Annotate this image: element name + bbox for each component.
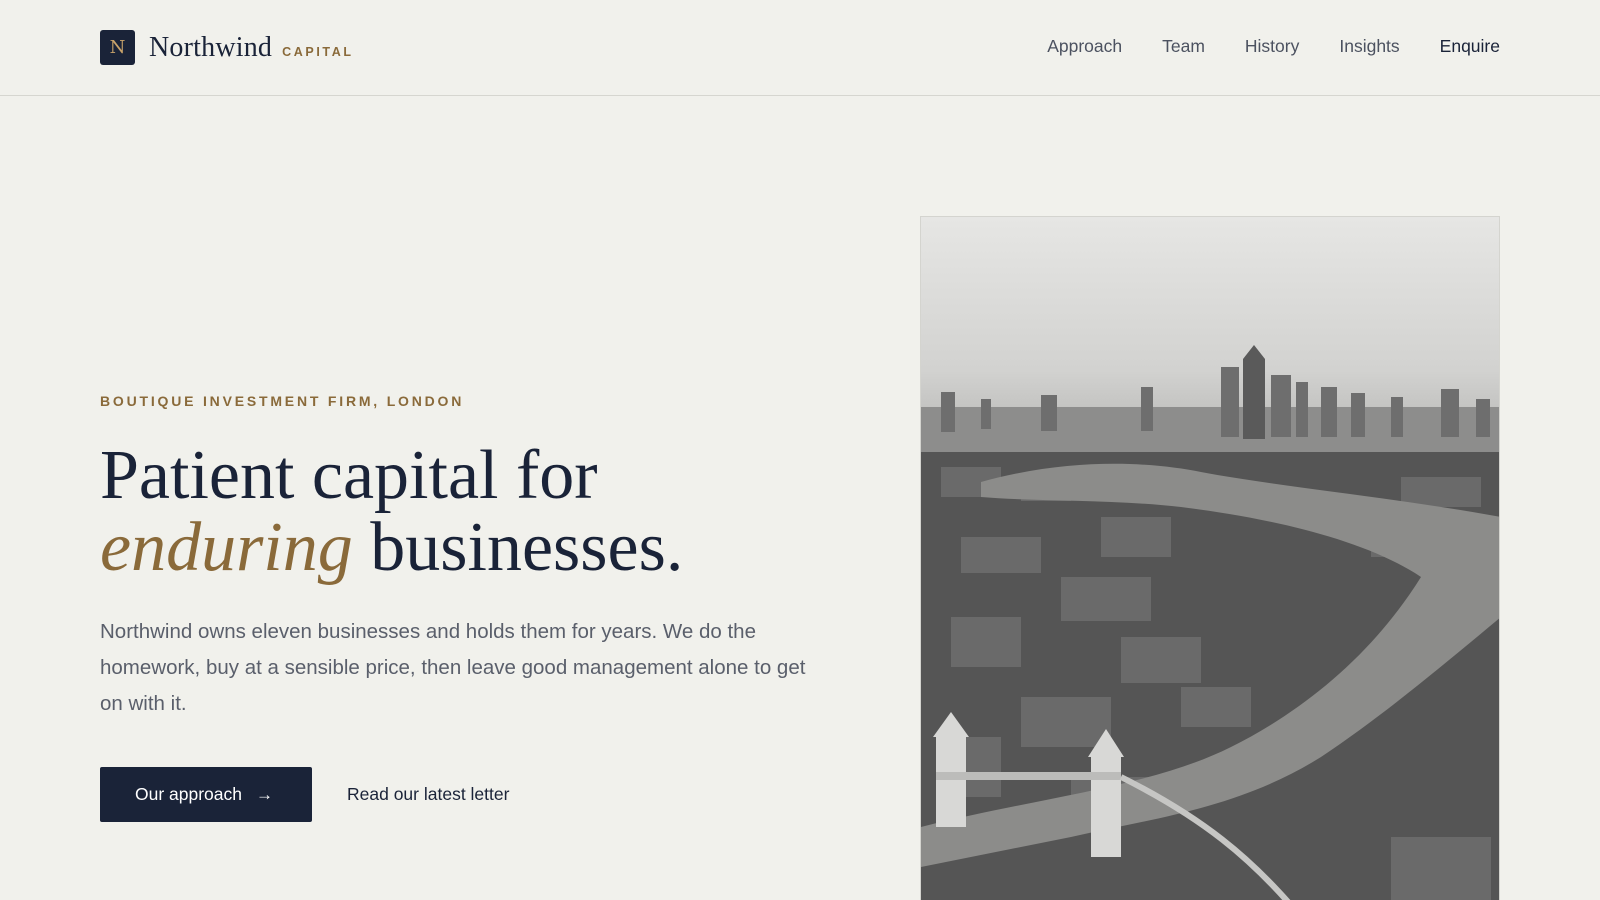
arrow-right-icon: → [256, 784, 274, 804]
nav-team[interactable]: Team [1162, 36, 1205, 57]
brand-name: Northwind [149, 31, 273, 63]
nav-approach[interactable]: Approach [1047, 36, 1122, 57]
our-approach-button[interactable]: Our approach → [100, 767, 312, 822]
hero-headline: Patient capital for enduring businesses. [100, 440, 880, 584]
our-approach-label: Our approach [135, 784, 243, 804]
logo-mark-icon: N [100, 30, 135, 65]
hero-eyebrow: BOUTIQUE INVESTMENT FIRM, LONDON [100, 393, 465, 409]
london-aerial-photo [920, 216, 1500, 900]
page: N Northwind CAPITAL Approach Team Histor… [0, 0, 1600, 900]
aerial-city-illustration [921, 345, 1499, 900]
headline-accent-word: enduring [100, 509, 353, 586]
site-header: N Northwind CAPITAL Approach Team Histor… [0, 0, 1600, 96]
nav-history[interactable]: History [1245, 36, 1299, 57]
headline-line-1: Patient capital for [100, 437, 598, 514]
main-nav: Approach Team History Insights Enquire [1007, 36, 1500, 57]
skyline [921, 345, 1499, 467]
hero-lead-paragraph: Northwind owns eleven businesses and hol… [100, 620, 806, 715]
cta-row: Our approach → Read our latest letter [100, 767, 509, 822]
nav-enquire[interactable]: Enquire [1440, 36, 1500, 57]
brand-logo[interactable]: N Northwind CAPITAL [100, 30, 354, 65]
brand-subtitle: CAPITAL [282, 44, 354, 59]
read-latest-letter-link[interactable]: Read our latest letter [347, 784, 509, 805]
headline-line-2: businesses. [352, 509, 684, 586]
nav-insights[interactable]: Insights [1339, 36, 1399, 57]
